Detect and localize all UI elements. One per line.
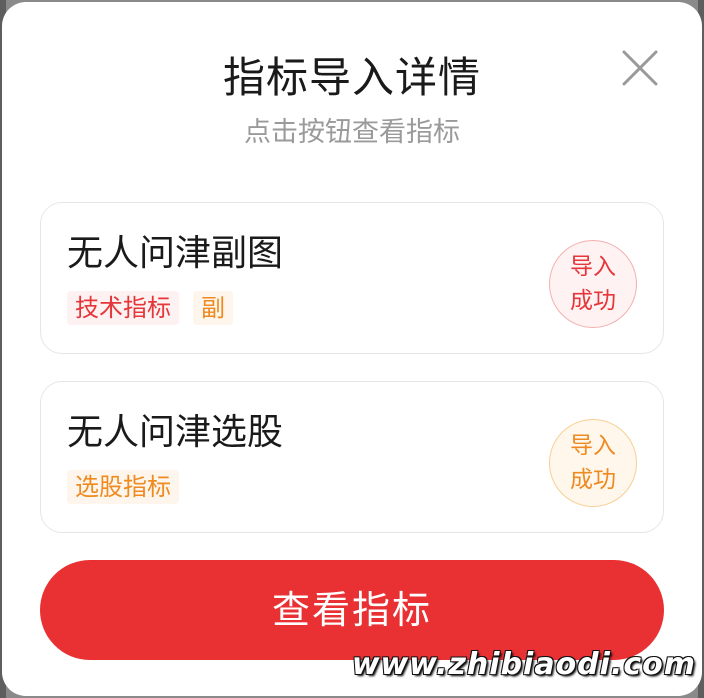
import-success-badge: 导入 成功 bbox=[549, 419, 637, 507]
indicator-card-subchart[interactable]: 无人问津副图 技术指标 副 导入 成功 bbox=[40, 202, 664, 354]
indicator-tags: 技术指标 副 bbox=[67, 291, 233, 325]
badge-line-1: 导入 bbox=[570, 433, 616, 459]
dialog-title: 指标导入详情 bbox=[222, 53, 481, 102]
tag-technical-indicator: 技术指标 bbox=[67, 291, 179, 325]
indicator-name: 无人问津副图 bbox=[67, 233, 284, 274]
badge-line-2: 成功 bbox=[570, 288, 616, 314]
indicator-card-stock-picker[interactable]: 无人问津选股 选股指标 导入 成功 bbox=[40, 381, 664, 533]
watermark: www.zhibiaodi.com bbox=[351, 647, 696, 682]
import-success-badge: 导入 成功 bbox=[549, 240, 637, 328]
tag-stock-picker-indicator: 选股指标 bbox=[67, 470, 179, 504]
indicator-tags: 选股指标 bbox=[67, 470, 179, 504]
view-indicators-button[interactable]: 查看指标 bbox=[40, 560, 664, 660]
tag-subchart: 副 bbox=[193, 291, 233, 325]
indicator-name: 无人问津选股 bbox=[67, 412, 284, 453]
close-icon bbox=[622, 50, 658, 86]
close-button[interactable] bbox=[618, 46, 662, 90]
dialog-subtitle: 点击按钮查看指标 bbox=[244, 117, 460, 148]
badge-line-2: 成功 bbox=[570, 467, 616, 493]
badge-line-1: 导入 bbox=[570, 254, 616, 280]
import-details-dialog: 指标导入详情 点击按钮查看指标 无人问津副图 技术指标 副 导入 成功 无人问津… bbox=[2, 2, 702, 696]
